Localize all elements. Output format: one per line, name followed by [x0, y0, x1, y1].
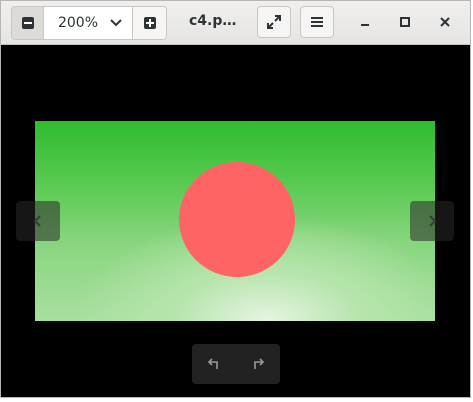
red-circle	[179, 162, 295, 277]
zoom-in-icon	[143, 17, 156, 29]
zoom-out-icon	[21, 17, 34, 29]
close-icon	[440, 17, 450, 27]
chevron-right-icon	[429, 215, 437, 227]
previous-image-button[interactable]	[16, 201, 60, 241]
chevron-down-icon	[104, 18, 132, 28]
rotate-right-icon	[254, 358, 265, 369]
zoom-out-button[interactable]	[12, 7, 44, 39]
hamburger-menu-icon	[311, 17, 323, 27]
desktop-background	[0, 398, 473, 402]
chevron-left-icon	[33, 215, 41, 227]
main-menu-button[interactable]	[300, 6, 334, 38]
displayed-image	[35, 121, 435, 321]
zoom-controls: 200%	[11, 6, 167, 40]
minimize-icon	[361, 24, 369, 26]
minimize-button[interactable]	[355, 12, 375, 32]
rotate-controls	[192, 344, 280, 384]
window-title: c4.p…	[189, 13, 237, 29]
image-viewer-window: 200% c4.p…	[0, 0, 471, 398]
header-bar: 200% c4.p…	[1, 1, 470, 45]
close-button[interactable]	[435, 12, 455, 32]
maximize-button[interactable]	[395, 12, 415, 32]
image-canvas[interactable]	[1, 45, 470, 397]
next-image-button[interactable]	[410, 201, 454, 241]
zoom-in-button[interactable]	[132, 7, 166, 39]
rotate-left-button[interactable]	[192, 344, 236, 384]
rotate-left-icon	[207, 358, 218, 369]
maximize-icon	[400, 17, 410, 27]
fullscreen-button[interactable]	[257, 6, 291, 38]
zoom-level-combo[interactable]: 200%	[44, 7, 132, 39]
rotate-right-button[interactable]	[236, 344, 280, 384]
zoom-level-value: 200%	[57, 15, 99, 31]
fullscreen-icon	[267, 15, 281, 29]
